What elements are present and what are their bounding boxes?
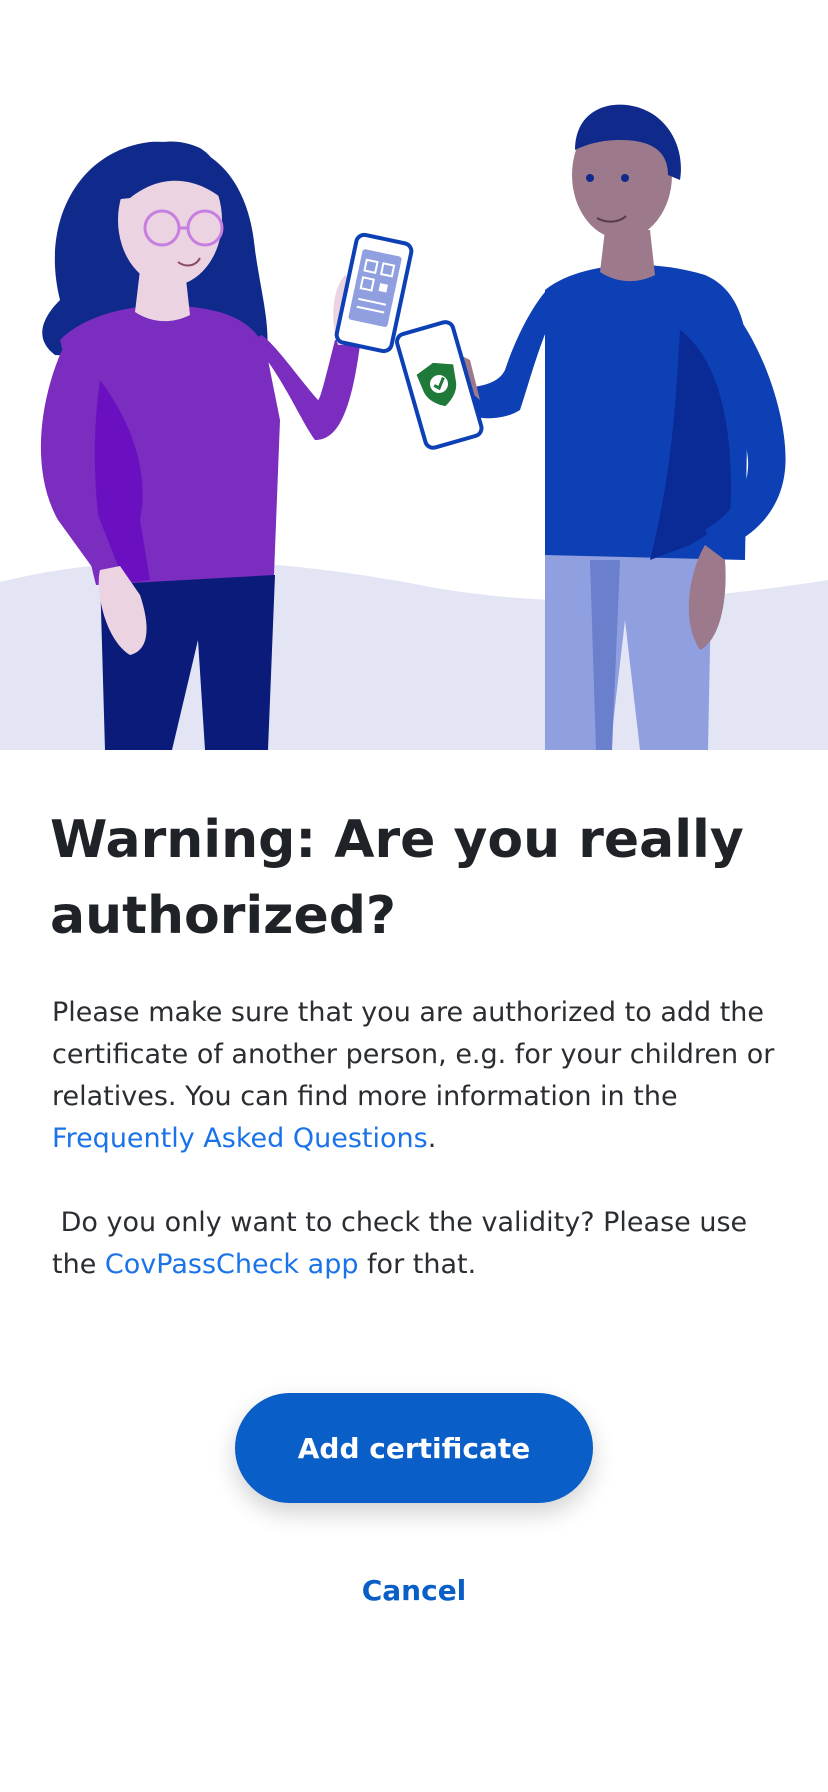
notice-suffix: .	[427, 1123, 437, 1154]
covpasscheck-link[interactable]: CovPassCheck app	[105, 1249, 359, 1280]
cancel-button[interactable]: Cancel	[314, 1560, 514, 1620]
faq-link[interactable]: Frequently Asked Questions	[52, 1123, 428, 1154]
add-certificate-button[interactable]: Add certificate	[235, 1393, 593, 1503]
verified-phone-icon	[395, 320, 484, 450]
authorization-notice: Please make sure that you are authorized…	[52, 992, 782, 1160]
validity-notice: Do you only want to check the validity? …	[52, 1202, 782, 1286]
notice-text: Please make sure that you are authorized…	[52, 997, 775, 1112]
people-illustration	[0, 104, 828, 750]
validity-suffix: for that.	[358, 1249, 477, 1280]
hero-illustration	[0, 0, 828, 750]
dialog-title: Warning: Are you really authorized?	[50, 810, 744, 946]
